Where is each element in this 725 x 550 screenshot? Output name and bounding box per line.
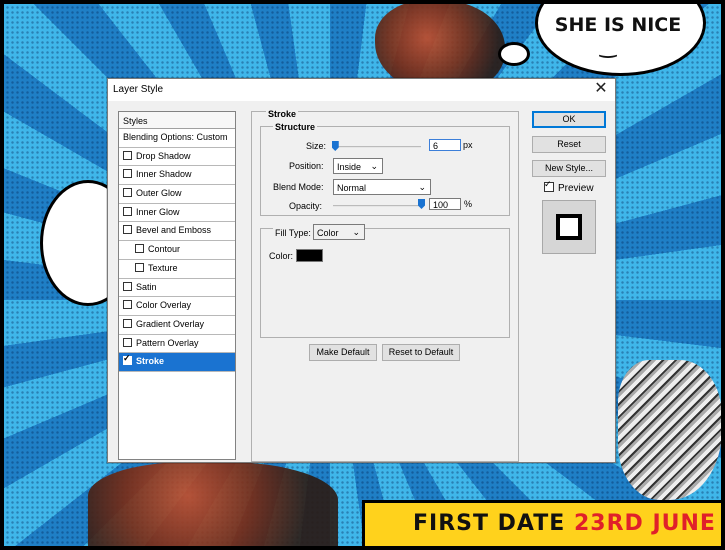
checkbox-inner-shadow[interactable] (123, 169, 132, 179)
style-label: Stroke (136, 356, 165, 367)
preview-toggle[interactable]: Preview (544, 179, 594, 194)
stroke-settings-panel: Stroke Structure Size: 6 px Position: In… (251, 109, 519, 462)
opacity-input[interactable]: 100 (429, 198, 461, 210)
color-label: Color: (269, 251, 294, 261)
style-label: Bevel and Emboss (136, 225, 212, 236)
size-slider-thumb[interactable] (331, 141, 339, 151)
close-icon[interactable]: ✕ (591, 79, 611, 99)
fill-type-label: Fill Type: (273, 228, 313, 238)
checkbox-inner-glow[interactable] (123, 206, 132, 216)
style-label: Inner Shadow (136, 169, 192, 180)
opacity-unit: % (464, 199, 473, 209)
style-item-bevel-emboss[interactable]: Bevel and Emboss (119, 222, 235, 242)
styles-header[interactable]: Styles (119, 112, 235, 129)
style-label: Gradient Overlay (136, 318, 205, 329)
reset-button[interactable]: Reset (532, 136, 606, 153)
style-label: Contour (148, 244, 181, 255)
stroke-section-title: Stroke (266, 109, 299, 119)
blend-mode-label: Blend Mode: (273, 182, 324, 192)
opacity-slider-thumb[interactable] (418, 199, 425, 209)
ok-button[interactable]: OK (532, 111, 606, 128)
checkbox-stroke[interactable] (123, 353, 132, 366)
chevron-down-icon: ⌄ (370, 161, 378, 171)
checkbox-contour[interactable] (135, 244, 144, 254)
style-label: Satin (136, 281, 157, 292)
preview-square (556, 214, 582, 240)
size-unit: px (463, 140, 473, 150)
style-item-stroke[interactable]: Stroke (119, 353, 235, 372)
dialog-titlebar[interactable]: Layer Style ✕ (108, 79, 615, 101)
make-default-button[interactable]: Make Default (309, 344, 377, 361)
checkbox-bevel-emboss[interactable] (123, 225, 132, 235)
style-preview-thumbnail (542, 200, 596, 254)
chevron-down-icon: ⌄ (352, 227, 360, 237)
checkbox-drop-shadow[interactable] (123, 150, 132, 160)
position-value: Inside (337, 162, 362, 172)
reset-to-default-button[interactable]: Reset to Default (382, 344, 460, 361)
style-label: Pattern Overlay (136, 337, 199, 348)
structure-title: Structure (273, 122, 318, 132)
layer-style-dialog: Layer Style ✕ Styles Blending Options: C… (107, 78, 616, 463)
blend-mode-value: Normal (337, 183, 367, 193)
checkbox-satin[interactable] (123, 281, 132, 291)
style-item-contour[interactable]: Contour (119, 241, 235, 260)
blending-options-item[interactable]: Blending Options: Custom (119, 129, 235, 148)
stroke-color-swatch[interactable] (296, 249, 323, 262)
fill-type-select[interactable]: Color ⌄ (313, 224, 365, 240)
style-label: Drop Shadow (136, 150, 191, 161)
structure-group: Structure Size: 6 px Position: Inside ⌄ B… (260, 122, 510, 216)
style-item-pattern-overlay[interactable]: Pattern Overlay (119, 335, 235, 354)
style-label: Inner Glow (136, 206, 180, 217)
fill-group: Fill Type: Color ⌄ Color: (260, 224, 510, 338)
checkbox-texture[interactable] (135, 262, 144, 272)
new-style-button[interactable]: New Style... (532, 160, 606, 177)
size-label: Size: (306, 141, 327, 151)
position-select[interactable]: Inside ⌄ (333, 158, 383, 174)
blend-mode-select[interactable]: Normal ⌄ (333, 179, 431, 195)
preview-checkbox[interactable] (544, 179, 554, 192)
preview-label: Preview (558, 183, 594, 194)
checkbox-outer-glow[interactable] (123, 188, 132, 198)
style-item-texture[interactable]: Texture (119, 260, 235, 279)
checkbox-pattern-overlay[interactable] (123, 337, 132, 347)
style-label: Color Overlay (136, 300, 192, 311)
style-label: Texture (148, 262, 178, 273)
size-input[interactable]: 6 (429, 139, 461, 151)
dialog-title: Layer Style (113, 84, 164, 95)
style-item-inner-shadow[interactable]: Inner Shadow (119, 166, 235, 186)
style-item-drop-shadow[interactable]: Drop Shadow (119, 148, 235, 167)
position-label: Position: (289, 161, 324, 171)
style-item-gradient-overlay[interactable]: Gradient Overlay (119, 316, 235, 335)
style-label: Outer Glow (136, 188, 182, 199)
checkbox-color-overlay[interactable] (123, 300, 132, 310)
style-item-color-overlay[interactable]: Color Overlay (119, 297, 235, 316)
checkbox-gradient-overlay[interactable] (123, 318, 132, 328)
chevron-down-icon: ⌄ (418, 182, 426, 192)
style-item-inner-glow[interactable]: Inner Glow (119, 204, 235, 223)
fill-type-value: Color (317, 228, 339, 238)
style-item-satin[interactable]: Satin (119, 279, 235, 298)
opacity-slider-track[interactable] (333, 205, 421, 207)
style-item-outer-glow[interactable]: Outer Glow (119, 185, 235, 204)
opacity-label: Opacity: (289, 201, 323, 211)
size-slider-track[interactable] (333, 146, 421, 148)
styles-list: Styles Blending Options: Custom Drop Sha… (118, 111, 236, 460)
